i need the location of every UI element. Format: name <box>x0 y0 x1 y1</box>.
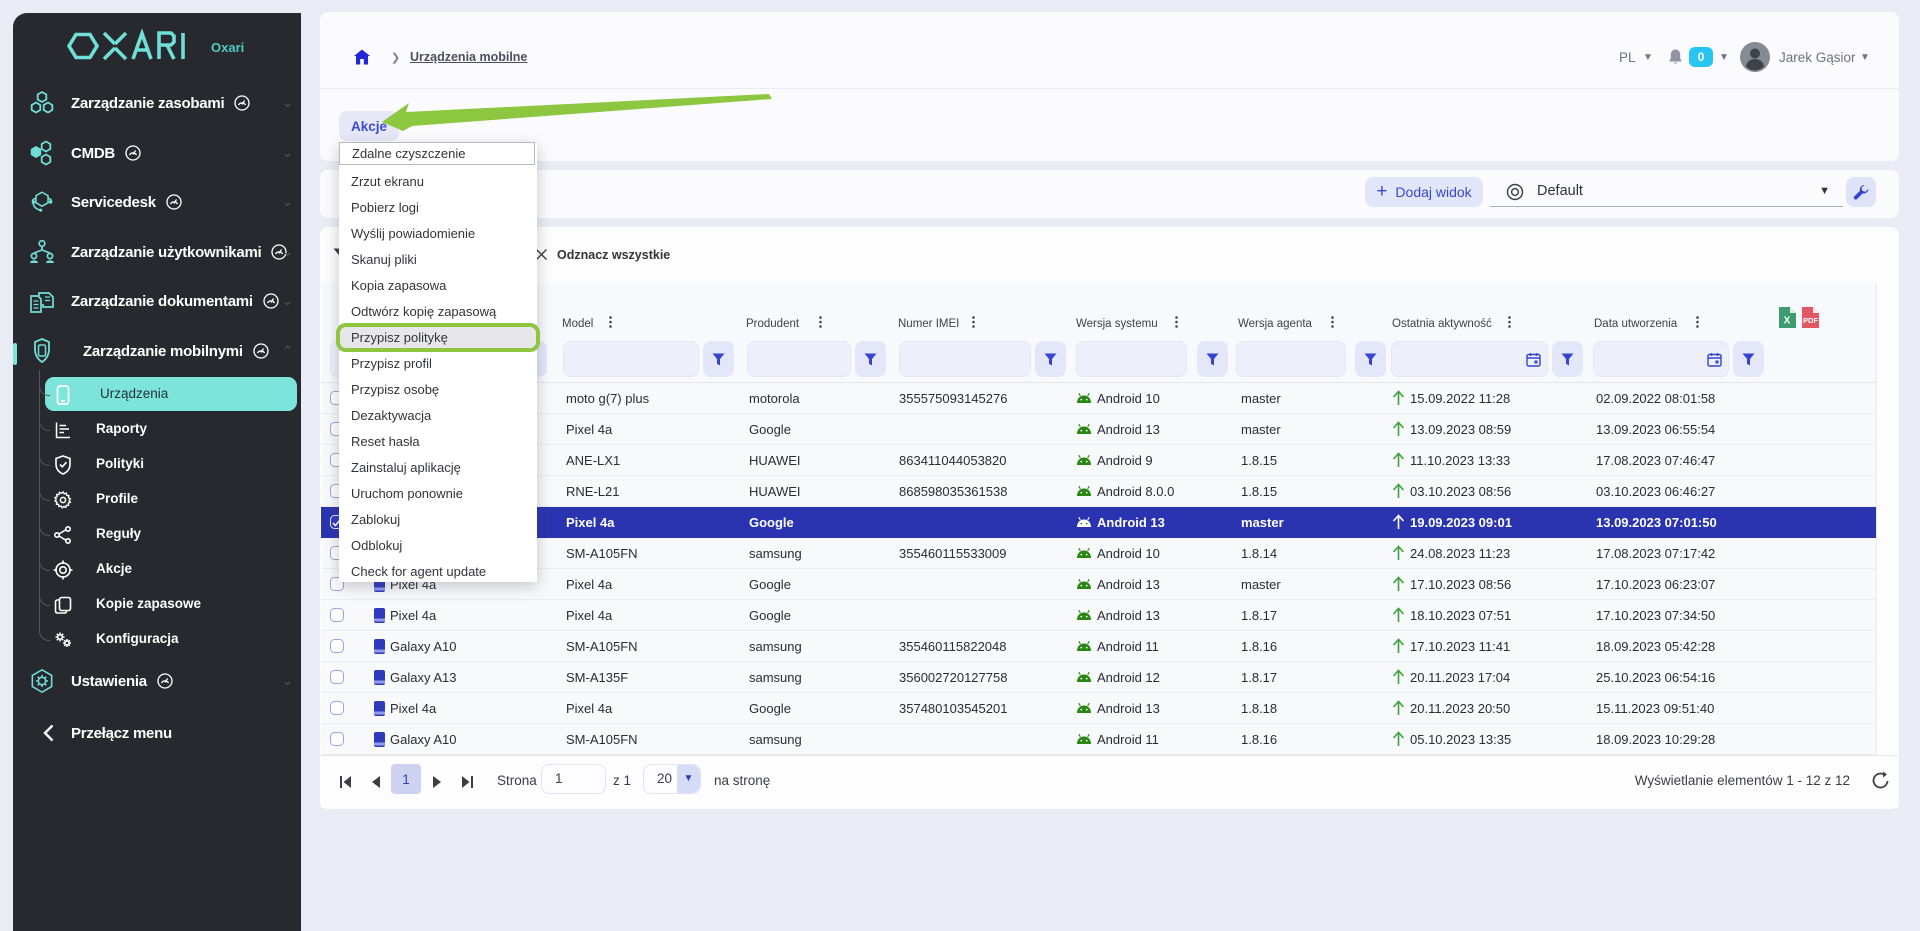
svg-text:PDF: PDF <box>1803 316 1818 325</box>
svg-text:X: X <box>1784 316 1791 327</box>
